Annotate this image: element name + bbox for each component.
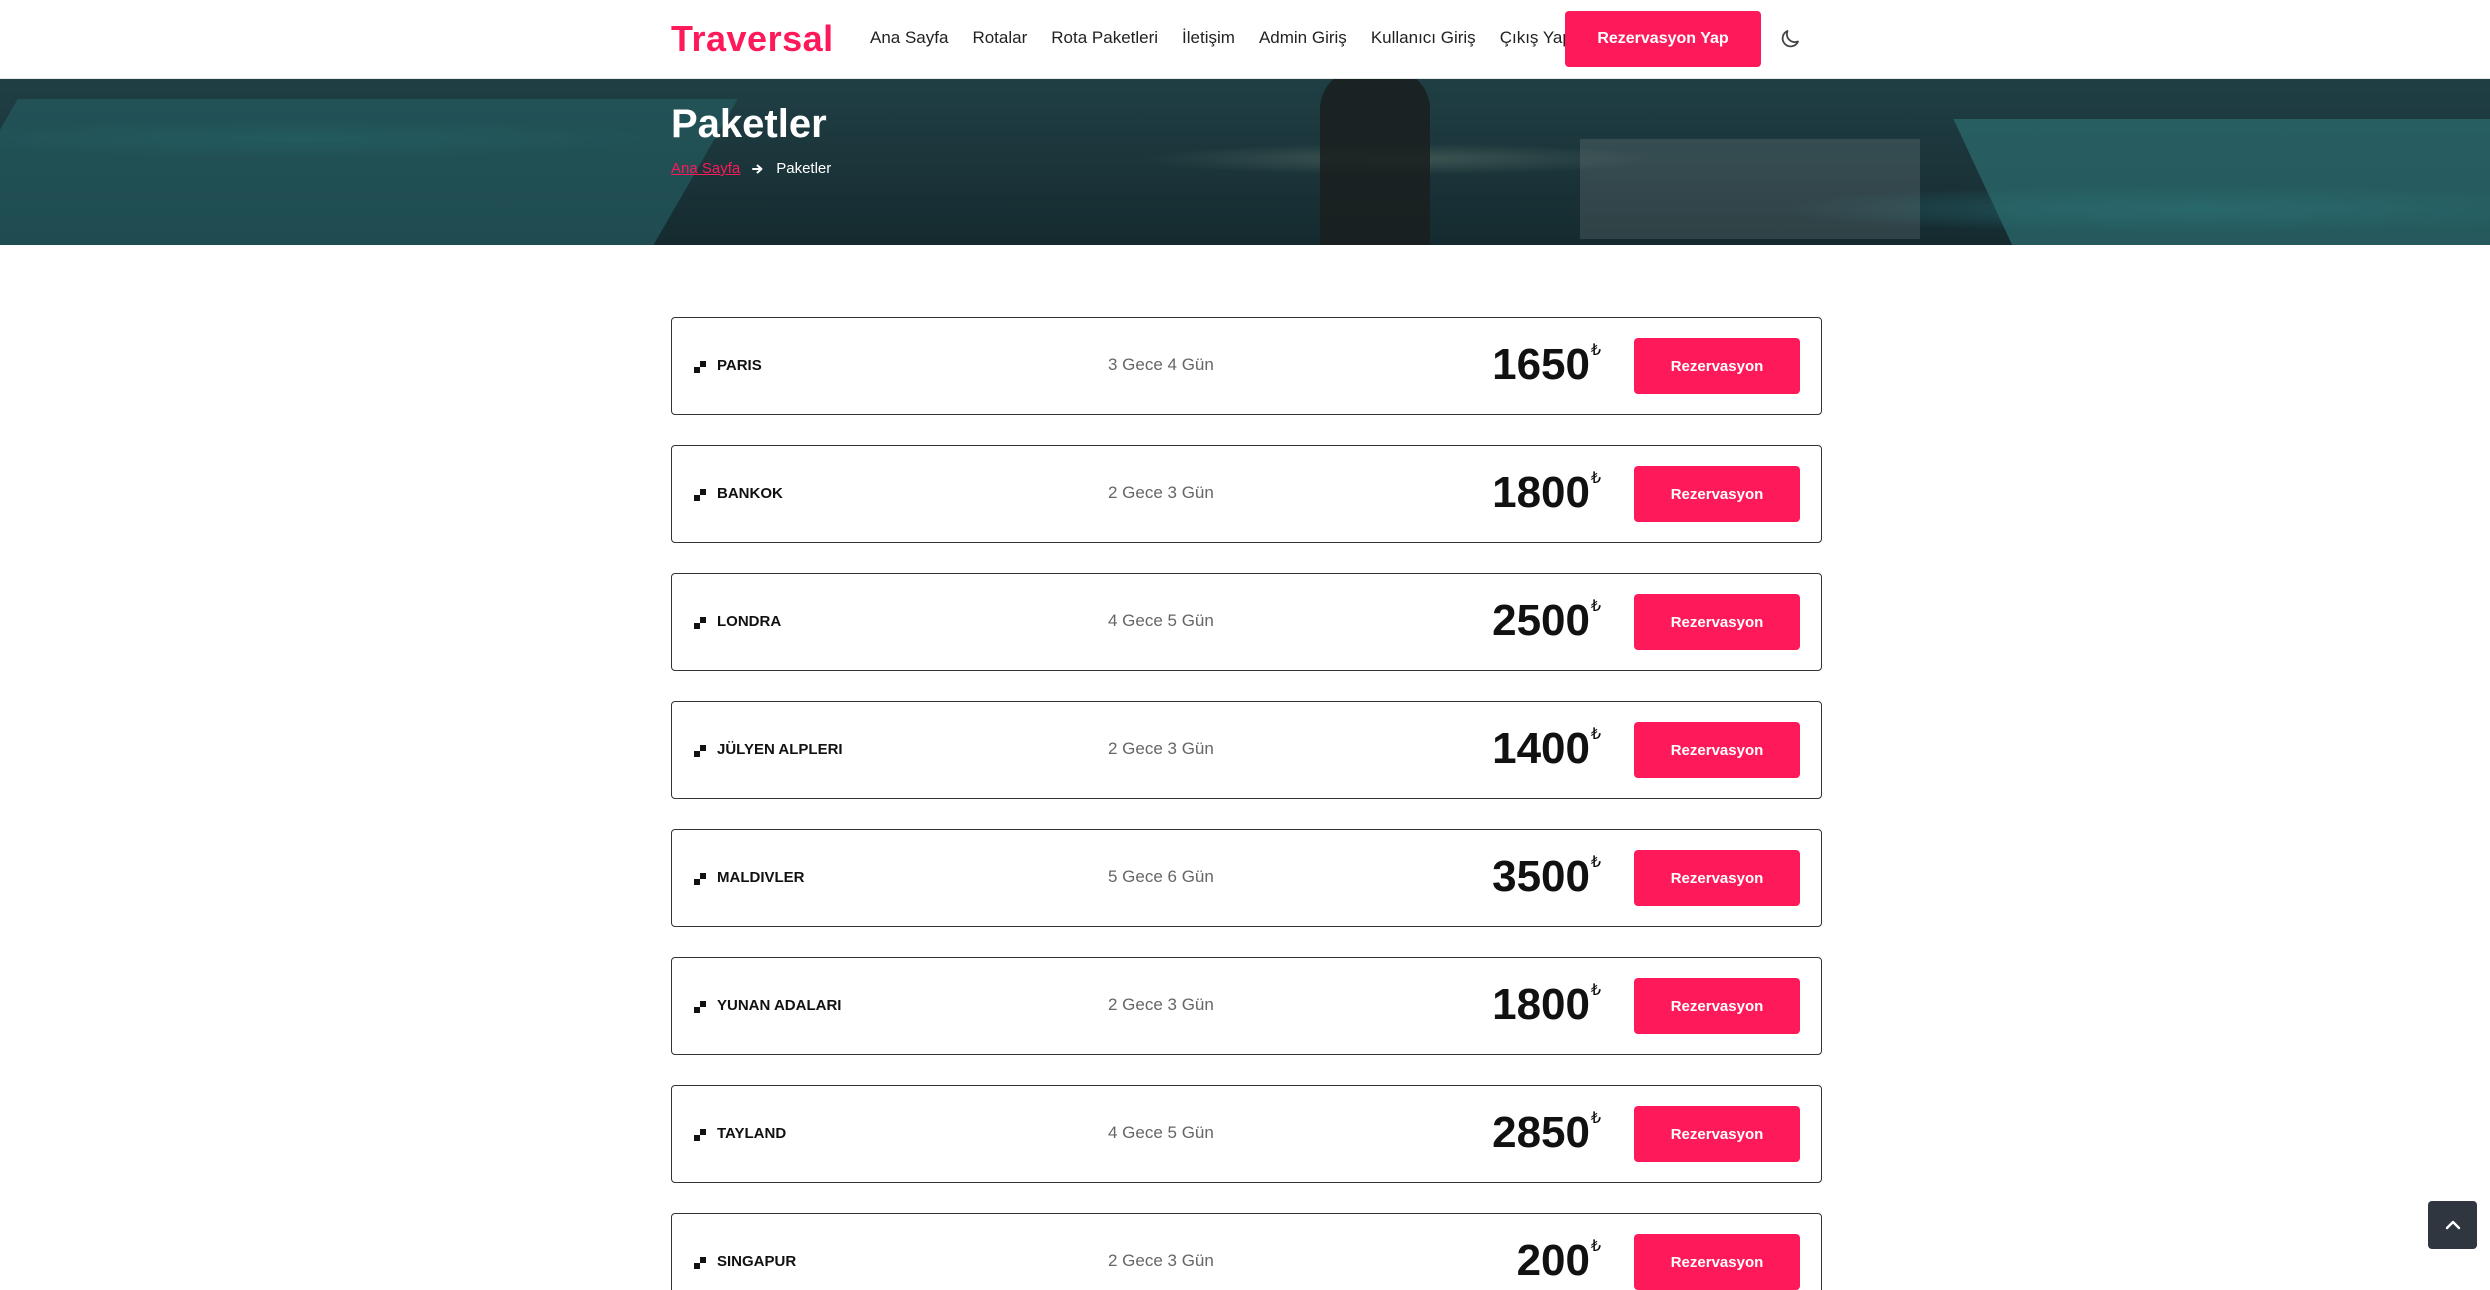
map-pin-icon	[694, 617, 707, 630]
chevron-up-icon	[2445, 1220, 2460, 1230]
package-city: MALDIVLER	[717, 869, 805, 886]
currency-symbol: ₺	[1590, 726, 1601, 743]
currency-symbol: ₺	[1590, 470, 1601, 487]
map-pin-icon	[694, 1257, 707, 1270]
package-city: SINGAPUR	[717, 1253, 797, 1270]
breadcrumb-home-link[interactable]: Ana Sayfa	[671, 160, 740, 177]
package-card: LONDRA 4 Gece 5 Gün 2500 ₺ Rezervasyon	[671, 573, 1822, 671]
package-price: 2500	[1492, 596, 1590, 645]
package-price: 3500	[1492, 852, 1590, 901]
moon-icon[interactable]	[1778, 27, 1802, 51]
package-city: PARIS	[717, 357, 762, 374]
package-card: YUNAN ADALARI 2 Gece 3 Gün 1800 ₺ Rezerv…	[671, 957, 1822, 1055]
scroll-to-top-button[interactable]	[2428, 1201, 2477, 1249]
package-city: YUNAN ADALARI	[717, 997, 842, 1014]
arrow-right-icon	[752, 164, 763, 173]
reserve-button[interactable]: Rezervasyon	[1634, 594, 1800, 650]
package-price: 1650	[1492, 340, 1590, 389]
currency-symbol: ₺	[1590, 342, 1601, 359]
package-city: LONDRA	[717, 613, 782, 630]
banner-background-shape	[1320, 79, 1430, 245]
package-city: TAYLAND	[717, 1125, 787, 1142]
reserve-button[interactable]: Rezervasyon	[1634, 466, 1800, 522]
package-card: JÜLYEN ALPLERI 2 Gece 3 Gün 1400 ₺ Rezer…	[671, 701, 1822, 799]
package-price: 1400	[1492, 724, 1590, 773]
package-duration: 2 Gece 3 Gün	[1108, 1251, 1214, 1270]
breadcrumb: Ana Sayfa Paketler	[671, 160, 831, 177]
package-price: 2850	[1492, 1108, 1590, 1157]
map-pin-icon	[694, 1001, 707, 1014]
package-duration: 4 Gece 5 Gün	[1108, 611, 1214, 630]
page-title: Paketler	[671, 102, 827, 146]
reserve-button[interactable]: Rezervasyon	[1634, 1106, 1800, 1162]
map-pin-icon	[694, 489, 707, 502]
nav-link-rota-paketleri[interactable]: Rota Paketleri	[1051, 28, 1158, 48]
page-banner: Paketler Ana Sayfa Paketler	[0, 79, 2490, 245]
main-nav: Ana Sayfa Rotalar Rota Paketleri İletişi…	[870, 28, 1572, 48]
package-duration: 4 Gece 5 Gün	[1108, 1123, 1214, 1142]
package-duration: 3 Gece 4 Gün	[1108, 355, 1214, 374]
reserve-button[interactable]: Rezervasyon	[1634, 338, 1800, 394]
package-price: 1800	[1492, 468, 1590, 517]
banner-background-shape	[0, 99, 738, 245]
top-navbar: Traversal Ana Sayfa Rotalar Rota Paketle…	[0, 0, 2490, 79]
nav-link-admin-giris[interactable]: Admin Giriş	[1259, 28, 1347, 48]
banner-background-shape	[1953, 119, 2490, 245]
package-city: BANKOK	[717, 485, 783, 502]
package-card: MALDIVLER 5 Gece 6 Gün 3500 ₺ Rezervasyo…	[671, 829, 1822, 927]
package-city: JÜLYEN ALPLERI	[717, 741, 843, 758]
nav-link-cikis-yap[interactable]: Çıkış Yap	[1500, 28, 1572, 48]
package-card: BANKOK 2 Gece 3 Gün 1800 ₺ Rezervasyon	[671, 445, 1822, 543]
reserve-button[interactable]: Rezervasyon	[1634, 722, 1800, 778]
package-price: 1800	[1492, 980, 1590, 1029]
currency-symbol: ₺	[1590, 1110, 1601, 1127]
reservation-cta-button[interactable]: Rezervasyon Yap	[1565, 11, 1761, 67]
package-card: TAYLAND 4 Gece 5 Gün 2850 ₺ Rezervasyon	[671, 1085, 1822, 1183]
currency-symbol: ₺	[1590, 982, 1601, 999]
nav-link-kullanici-giris[interactable]: Kullanıcı Giriş	[1371, 28, 1476, 48]
nav-link-rotalar[interactable]: Rotalar	[972, 28, 1027, 48]
breadcrumb-current: Paketler	[776, 160, 832, 177]
package-duration: 5 Gece 6 Gün	[1108, 867, 1214, 886]
map-pin-icon	[694, 1129, 707, 1142]
banner-background-shape	[1580, 139, 1920, 239]
reserve-button[interactable]: Rezervasyon	[1634, 1234, 1800, 1290]
package-duration: 2 Gece 3 Gün	[1108, 739, 1214, 758]
package-duration: 2 Gece 3 Gün	[1108, 995, 1214, 1014]
currency-symbol: ₺	[1590, 1238, 1601, 1255]
reserve-button[interactable]: Rezervasyon	[1634, 850, 1800, 906]
currency-symbol: ₺	[1590, 598, 1601, 615]
package-list: PARIS 3 Gece 4 Gün 1650 ₺ Rezervasyon BA…	[671, 317, 1822, 1290]
map-pin-icon	[694, 745, 707, 758]
package-price: 200	[1516, 1236, 1590, 1285]
package-card: PARIS 3 Gece 4 Gün 1650 ₺ Rezervasyon	[671, 317, 1822, 415]
brand-logo[interactable]: Traversal	[671, 18, 834, 60]
nav-link-ana-sayfa[interactable]: Ana Sayfa	[870, 28, 948, 48]
map-pin-icon	[694, 361, 707, 374]
package-duration: 2 Gece 3 Gün	[1108, 483, 1214, 502]
currency-symbol: ₺	[1590, 854, 1601, 871]
map-pin-icon	[694, 873, 707, 886]
package-card: SINGAPUR 2 Gece 3 Gün 200 ₺ Rezervasyon	[671, 1213, 1822, 1290]
reserve-button[interactable]: Rezervasyon	[1634, 978, 1800, 1034]
nav-link-iletisim[interactable]: İletişim	[1182, 28, 1235, 48]
